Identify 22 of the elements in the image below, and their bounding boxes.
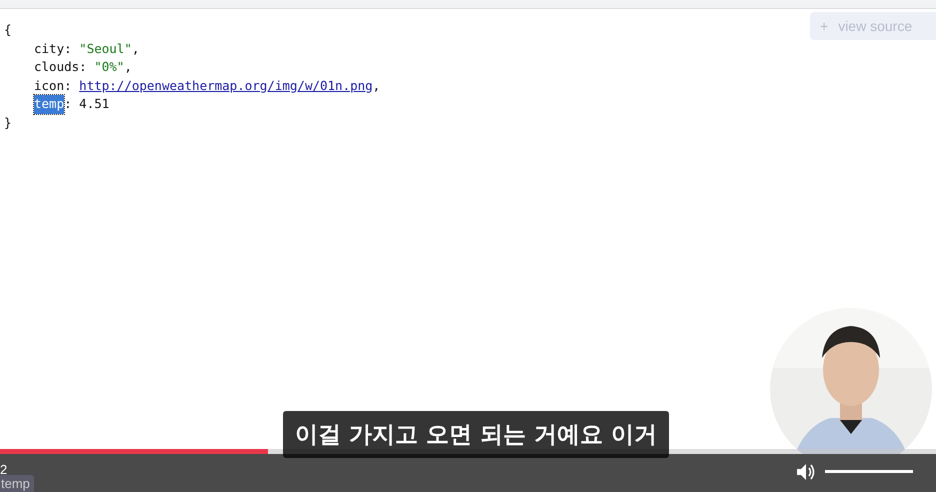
json-key: temp: [34, 95, 64, 114]
json-key: clouds: [34, 58, 80, 76]
json-value: 4.51: [79, 95, 110, 113]
volume-slider[interactable]: [825, 470, 913, 473]
json-comma: ,: [372, 76, 380, 94]
subtitle: 이걸 가지고 오면 되는 거예요 이거: [283, 411, 670, 458]
json-link[interactable]: http://openweathermap.org/img/w/01n.png: [79, 76, 373, 95]
tooltip: temp: [0, 475, 34, 492]
json-value: "0%": [94, 58, 124, 76]
json-colon: :: [64, 40, 72, 58]
json-comma: ,: [132, 40, 140, 58]
time-label: 2: [0, 462, 8, 477]
json-key: city: [34, 40, 64, 58]
brace: {: [4, 21, 12, 39]
json-colon: :: [64, 76, 72, 94]
volume-icon[interactable]: [796, 463, 816, 481]
json-comma: ,: [124, 58, 132, 76]
json-colon: :: [79, 58, 87, 76]
json-colon: :: [64, 95, 72, 113]
json-value: "Seoul": [79, 40, 132, 58]
json-key: icon: [34, 76, 64, 95]
brace: }: [4, 114, 12, 132]
